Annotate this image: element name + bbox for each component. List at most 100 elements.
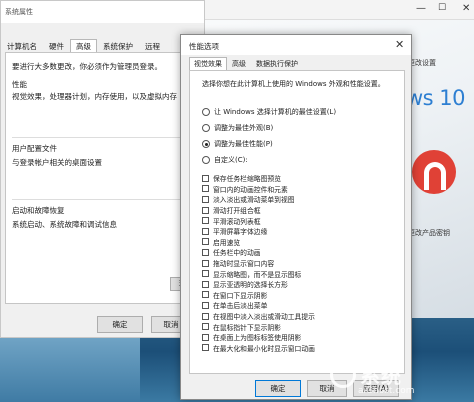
windows-10-logo-text: ws 10 — [406, 86, 466, 110]
checkbox[interactable] — [202, 238, 209, 246]
checkbox-label: 滑动打开组合框 — [213, 207, 261, 216]
visual-effect-option[interactable]: 滑动打开组合框 — [202, 205, 398, 216]
radio-button[interactable] — [202, 108, 210, 116]
visual-effect-option[interactable]: 在最大化和最小化时显示窗口动画 — [202, 343, 398, 354]
checkbox[interactable] — [202, 227, 209, 235]
checkbox-label: 拖动时显示窗口内容 — [213, 260, 275, 269]
visual-effect-option[interactable]: 保存任务栏缩略图预览 — [202, 173, 398, 184]
visual-effect-option[interactable]: 启用速览 — [202, 237, 398, 248]
visual-effect-option[interactable]: 显示缩略图，而不是显示图标 — [202, 268, 398, 279]
radio-label: 自定义(C): — [214, 156, 248, 164]
divider — [12, 137, 202, 138]
dialog-titlebar[interactable]: 性能选项 ✕ — [181, 35, 411, 55]
radio-label: 让 Windows 选择计算机的最佳设置(L) — [214, 108, 337, 116]
checkbox[interactable] — [202, 248, 209, 256]
radio-label: 调整为最佳外观(B) — [214, 124, 274, 132]
checkbox[interactable] — [202, 217, 209, 225]
dialog-ok-button[interactable]: 确定 — [255, 380, 301, 397]
visual-effect-option[interactable]: 淡入淡出或滑动菜单到视图 — [202, 194, 398, 205]
visual-effect-option[interactable]: 拖动时显示窗口内容 — [202, 258, 398, 269]
checkbox-label: 在视图中淡入淡出或滑动工具提示 — [213, 313, 315, 322]
visual-effects-pane: 选择你想在此计算机上使用的 Windows 外观和性能设置。 让 Windows… — [189, 70, 405, 374]
radio-custom[interactable]: 自定义(C): — [202, 155, 248, 165]
maximize-icon[interactable]: ☐ — [438, 3, 446, 13]
radio-let-windows-choose[interactable]: 让 Windows 选择计算机的最佳设置(L) — [202, 107, 336, 117]
visual-effect-option[interactable]: 窗口内的动画控件和元素 — [202, 184, 398, 195]
checkbox[interactable] — [202, 259, 209, 267]
props-title: 系统属性 — [5, 8, 33, 16]
checkbox-label: 在单击后淡出菜单 — [213, 302, 268, 311]
user-profiles-heading: 用户配置文件 — [12, 144, 57, 153]
checkbox[interactable] — [202, 185, 209, 193]
visual-effect-option[interactable]: 在视图中淡入淡出或滑动工具提示 — [202, 311, 398, 322]
visual-effect-option[interactable]: 平滑屏幕字体边缘 — [202, 226, 398, 237]
checkbox-label: 保存任务栏缩略图预览 — [213, 175, 281, 184]
tab-remote[interactable]: 远程 — [139, 39, 166, 52]
props-tabs: 计算机名 硬件 高级 系统保护 远程 — [1, 39, 166, 52]
tab-advanced[interactable]: 高级 — [227, 57, 251, 70]
checkbox[interactable] — [202, 312, 209, 320]
admin-note: 要进行大多数更改，你必须作为管理员登录。 — [12, 62, 162, 71]
checkbox-label: 启用速览 — [213, 238, 241, 247]
close-icon[interactable]: ✕ — [395, 38, 404, 51]
visual-effect-option[interactable]: 在窗口下显示阴影 — [202, 290, 398, 301]
checkbox-label: 在最大化和最小化时显示窗口动画 — [213, 344, 315, 353]
checkbox-label: 任务栏中的动画 — [213, 249, 261, 258]
visual-effect-option[interactable]: 在单击后淡出菜单 — [202, 300, 398, 311]
visual-effect-option[interactable]: 在桌面上为图标标签使用阴影 — [202, 332, 398, 343]
checkbox[interactable] — [202, 280, 209, 288]
performance-options-dialog: 性能选项 ✕ 视觉效果 高级 数据执行保护 选择你想在此计算机上使用的 Wind… — [180, 34, 412, 400]
tab-dep[interactable]: 数据执行保护 — [251, 57, 303, 70]
dialog-title: 性能选项 — [189, 42, 219, 51]
performance-heading: 性能 — [12, 80, 27, 89]
radio-best-performance[interactable]: 调整为最佳性能(P) — [202, 139, 273, 149]
change-key-link[interactable]: 更改产品密钥 — [408, 228, 450, 238]
checkbox[interactable] — [202, 174, 209, 182]
checkbox[interactable] — [202, 323, 209, 331]
checkbox-label: 平滑滚动列表框 — [213, 217, 261, 226]
checkbox-label: 窗口内的动画控件和元素 — [213, 185, 288, 194]
props-ok-button[interactable]: 确定 — [97, 316, 143, 333]
tab-visual-effects[interactable]: 视觉效果 — [189, 57, 227, 70]
tab-hardware[interactable]: 硬件 — [43, 39, 70, 52]
visual-effect-option[interactable]: 在鼠标指针下显示阴影 — [202, 321, 398, 332]
checkbox[interactable] — [202, 270, 209, 278]
tab-system-protection[interactable]: 系统保护 — [97, 39, 139, 52]
checkbox[interactable] — [202, 344, 209, 352]
user-profiles-description: 与登录帐户相关的桌面设置 — [12, 158, 102, 167]
checkbox[interactable] — [202, 333, 209, 341]
close-icon[interactable]: ✕ — [462, 3, 470, 14]
props-titlebar[interactable]: 系统属性 — [1, 1, 204, 23]
radio-button[interactable] — [202, 124, 210, 132]
checkbox-label: 在窗口下显示阴影 — [213, 291, 268, 300]
checkbox-label: 显示缩略图，而不是显示图标 — [213, 270, 302, 279]
radio-button[interactable] — [202, 156, 210, 164]
startup-recovery-heading: 启动和故障恢复 — [12, 206, 65, 215]
checkbox-label: 在桌面上为图标标签使用阴影 — [213, 334, 302, 343]
system-properties-window: 系统属性 计算机名 硬件 高级 系统保护 远程 要进行大多数更改，你必须作为管理… — [0, 0, 208, 338]
dialog-tabs: 视觉效果 高级 数据执行保护 — [189, 57, 303, 70]
checkbox[interactable] — [202, 206, 209, 214]
radio-button-selected[interactable] — [202, 140, 210, 148]
watermark-logo-icon — [330, 362, 356, 388]
checkbox-label: 淡入淡出或滑动菜单到视图 — [213, 196, 295, 205]
checkbox-label: 平滑屏幕字体边缘 — [213, 228, 268, 237]
visual-effects-description: 选择你想在此计算机上使用的 Windows 外观和性能设置。 — [202, 80, 385, 88]
brand-logo-mark — [424, 162, 446, 190]
checkbox[interactable] — [202, 291, 209, 299]
watermark-text: 系统 — [360, 364, 402, 388]
performance-description: 视觉效果，处理器计划，内存使用，以及虚拟内存 — [12, 92, 177, 101]
tab-advanced[interactable]: 高级 — [70, 39, 97, 52]
radio-label: 调整为最佳性能(P) — [214, 140, 273, 148]
tab-computer-name[interactable]: 计算机名 — [1, 39, 43, 52]
checkbox[interactable] — [202, 195, 209, 203]
visual-effect-option[interactable]: 显示亚透明的选择长方形 — [202, 279, 398, 290]
visual-effect-option[interactable]: 任务栏中的动画 — [202, 247, 398, 258]
checkbox[interactable] — [202, 301, 209, 309]
visual-effect-option[interactable]: 平滑滚动列表框 — [202, 215, 398, 226]
minimize-icon[interactable]: — — [416, 3, 426, 14]
startup-recovery-description: 系统启动、系统故障和调试信息 — [12, 220, 117, 229]
change-settings-link[interactable]: 更改设置 — [408, 58, 436, 68]
radio-best-appearance[interactable]: 调整为最佳外观(B) — [202, 123, 273, 133]
divider — [12, 199, 202, 200]
